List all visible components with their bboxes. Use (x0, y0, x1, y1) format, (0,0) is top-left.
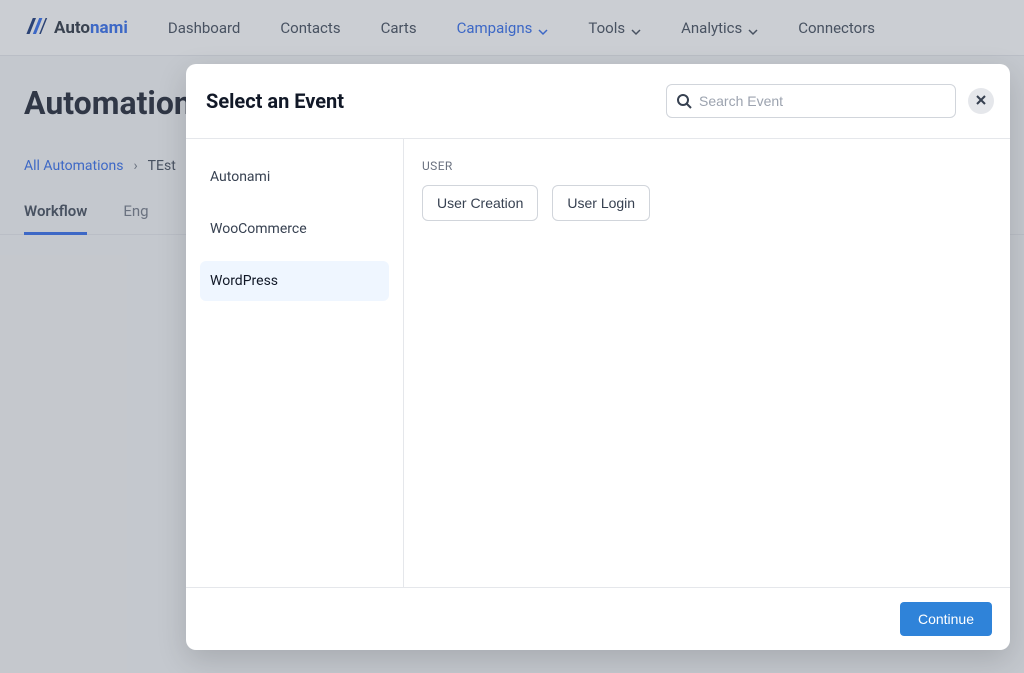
modal-body: Autonami WooCommerce WordPress USER User… (186, 139, 1010, 587)
select-event-modal: Select an Event Autonami WooCommerce Wor… (186, 64, 1010, 650)
modal-header: Select an Event (186, 64, 1010, 139)
sidebar-item-woocommerce[interactable]: WooCommerce (200, 209, 389, 249)
modal-title: Select an Event (206, 89, 344, 113)
close-button[interactable] (968, 88, 994, 114)
search-wrap (666, 84, 956, 118)
event-category-sidebar: Autonami WooCommerce WordPress (186, 139, 404, 587)
close-icon (975, 94, 987, 109)
event-list: USER User Creation User Login (404, 139, 1010, 587)
continue-button[interactable]: Continue (900, 602, 992, 636)
event-user-login[interactable]: User Login (552, 185, 650, 221)
event-group-label: USER (422, 159, 992, 173)
sidebar-item-wordpress[interactable]: WordPress (200, 261, 389, 301)
search-input[interactable] (666, 84, 956, 118)
modal-footer: Continue (186, 587, 1010, 650)
event-user-creation[interactable]: User Creation (422, 185, 538, 221)
sidebar-item-autonami[interactable]: Autonami (200, 157, 389, 197)
